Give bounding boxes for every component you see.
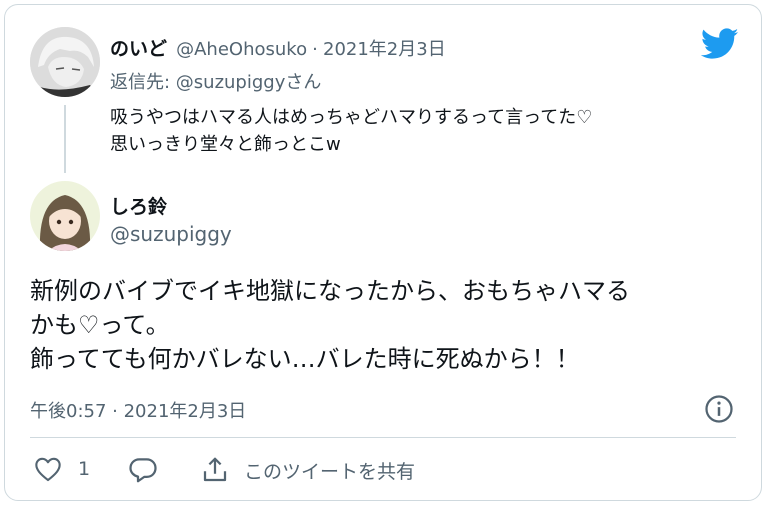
- tweet-avatar[interactable]: [30, 181, 100, 251]
- reply-bubble-icon: [129, 458, 157, 483]
- reply-text-line: 思いっきり堂々と飾っとこw: [110, 134, 341, 155]
- info-icon[interactable]: [704, 394, 734, 424]
- like-count: 1: [78, 458, 91, 480]
- heart-icon: [35, 457, 61, 482]
- replying-to-label[interactable]: 返信先: @suzupiggyさん: [110, 68, 321, 94]
- thread-connector-line: [64, 105, 66, 173]
- reply-separator: ·: [312, 39, 318, 60]
- share-label: このツイートを共有: [244, 460, 416, 483]
- actions-divider: [30, 437, 736, 438]
- twitter-bird-icon[interactable]: [701, 28, 739, 60]
- share-icon: [203, 457, 227, 482]
- reply-text: 吸うやつはハマる人はめっちゃどハマりするって言ってた♡ 思いっきり堂々と飾っとこ…: [110, 104, 592, 158]
- tweet-text-line: かも♡って。: [30, 311, 170, 339]
- reply-avatar[interactable]: [30, 27, 100, 97]
- tweet-timestamp[interactable]: 午後0:57 · 2021年2月3日: [30, 397, 246, 423]
- like-action[interactable]: 1: [34, 456, 90, 482]
- tweet-display-name[interactable]: しろ鈴: [110, 192, 167, 219]
- tweet-handle[interactable]: @suzupiggy: [110, 222, 232, 246]
- tweet-avatar-image: [30, 181, 100, 251]
- reply-handle[interactable]: @AheOhosuko: [176, 39, 307, 60]
- reply-date[interactable]: 2021年2月3日: [323, 39, 446, 60]
- reply-text-line: 吸うやつはハマる人はめっちゃどハマりするって言ってた♡: [110, 107, 593, 128]
- tweet-text-line: 新例のバイブでイキ地獄になったから、おもちゃハマる: [30, 277, 630, 305]
- reply-avatar-image: [30, 27, 100, 97]
- reply-action[interactable]: [128, 456, 158, 484]
- reply-display-name[interactable]: のいど: [110, 38, 167, 60]
- share-action[interactable]: このツイートを共有: [200, 455, 415, 485]
- tweet-text: 新例のバイブでイキ地獄になったから、おもちゃハマる かも♡って。 飾ってても何か…: [30, 274, 630, 376]
- tweet-text-line: 飾ってても何かバレない…バレた時に死ぬから！！: [30, 345, 580, 373]
- reply-header: のいど @AheOhosuko · 2021年2月3日: [110, 34, 446, 61]
